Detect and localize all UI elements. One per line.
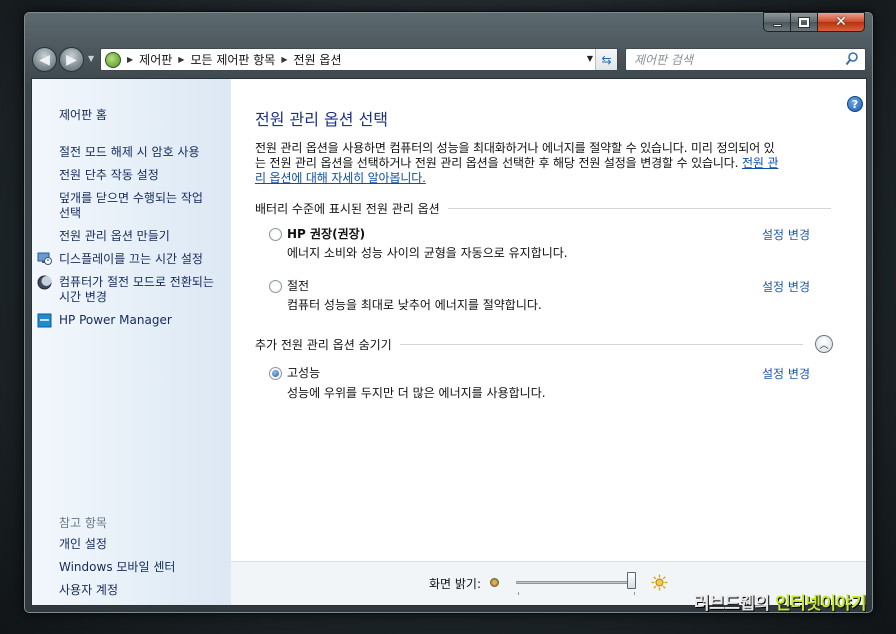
sidebar-item-user-accounts[interactable]: 사용자 계정 <box>59 583 118 598</box>
search-icon[interactable] <box>845 51 859 67</box>
sidebar-item-hp-power-manager[interactable]: HP Power Manager <box>59 313 172 328</box>
sidebar-item-personalization[interactable]: 개인 설정 <box>59 537 107 552</box>
battery-plans-group-title: 배터리 수준에 표시된 전원 관리 옵션 <box>255 200 831 217</box>
moon-icon <box>37 275 52 290</box>
sidebar-item-wakeup-password[interactable]: 절전 모드 해제 시 암호 사용 <box>59 145 200 160</box>
change-settings-link-high-performance[interactable]: 설정 변경 <box>762 365 810 382</box>
learn-more-link[interactable]: 리 옵션에 대해 자세히 알아봅니다. <box>255 171 426 185</box>
divider <box>447 208 831 209</box>
slider-tick <box>634 592 635 595</box>
page-description: 전원 관리 옵션을 사용하면 컴퓨터의 성능을 최대화하거나 에너지를 절약할 … <box>255 141 835 186</box>
divider <box>399 344 803 345</box>
watermark-text: 러브드웹의 <box>694 594 776 614</box>
minimize-icon <box>772 23 782 27</box>
plan-name-hp-recommended[interactable]: HP 권장(권장) <box>287 225 365 242</box>
plan-radio-hp-recommended[interactable] <box>269 228 282 241</box>
sidebar-item-mobility-center[interactable]: Windows 모바일 센터 <box>59 560 175 575</box>
address-dropdown-icon[interactable]: ▼ <box>587 54 593 63</box>
monitor-clock-icon <box>37 252 52 265</box>
plan-name-power-saver[interactable]: 절전 <box>287 277 309 294</box>
sidebar-item-control-panel-home[interactable]: 제어판 홈 <box>59 108 107 123</box>
sidebar-item-label: 컴퓨터가 절전 모드로 전환되는 <box>59 275 214 289</box>
maximize-icon <box>798 16 810 28</box>
brightness-slider-track[interactable] <box>516 581 636 584</box>
sidebar: 제어판 홈 절전 모드 해제 시 암호 사용 전원 단추 작동 설정 덮개를 닫… <box>32 79 231 605</box>
arrow-right-icon: ▶ <box>66 51 77 68</box>
recent-pages-dropdown[interactable]: ▼ <box>88 54 94 63</box>
plan-name-high-performance[interactable]: 고성능 <box>287 364 320 381</box>
sidebar-item-label: 선택 <box>59 206 82 220</box>
group-title-label: 추가 전원 관리 옵션 숨기기 <box>255 338 392 352</box>
watermark-text: 인터넷이야기 <box>775 594 866 614</box>
brightness-label: 화면 밝기: <box>429 577 482 591</box>
main-panel: ? 전원 관리 옵션 선택 전원 관리 옵션을 사용하면 컴퓨터의 성능을 최대… <box>231 79 866 605</box>
brightness-slider-thumb[interactable] <box>627 572 636 589</box>
learn-more-link[interactable]: 전원 관 <box>742 156 778 170</box>
navigation-bar: ◀ ▶ ▼ ▶ 제어판 ▶ 모든 제어판 항목 ▶ 전원 옵션 ▼ ⇆ <box>30 46 866 74</box>
arrow-left-icon: ◀ <box>39 51 50 68</box>
additional-plans-group-title[interactable]: 추가 전원 관리 옵션 숨기기 <box>255 336 803 353</box>
sidebar-item-lid-close[interactable]: 덮개를 닫으면 수행되는 작업 선택 <box>59 191 203 221</box>
plan-description: 에너지 소비와 성능 사이의 균형을 자동으로 유지합니다. <box>287 246 568 260</box>
breadcrumb-power-options[interactable]: 전원 옵션 <box>294 51 342 68</box>
breadcrumb-separator-icon[interactable]: ▶ <box>281 55 287 64</box>
change-settings-link-hp-recommended[interactable]: 설정 변경 <box>762 226 810 243</box>
search-input[interactable] <box>632 51 842 68</box>
collapse-additional-plans-button[interactable]: ︿ <box>815 335 833 353</box>
sidebar-item-sleep-time[interactable]: 컴퓨터가 절전 모드로 전환되는 시간 변경 <box>59 275 214 305</box>
breadcrumb-separator-icon[interactable]: ▶ <box>178 55 184 64</box>
sidebar-item-power-button[interactable]: 전원 단추 작동 설정 <box>59 168 159 183</box>
breadcrumb-separator-icon[interactable]: ▶ <box>127 55 133 64</box>
client-area: 제어판 홈 절전 모드 해제 시 암호 사용 전원 단추 작동 설정 덮개를 닫… <box>31 78 867 606</box>
breadcrumb-all-items[interactable]: 모든 제어판 항목 <box>190 51 275 68</box>
chevron-up-icon: ︿ <box>819 340 829 351</box>
change-settings-link-power-saver[interactable]: 설정 변경 <box>762 278 810 295</box>
caption-buttons: ✕ <box>763 12 865 32</box>
breadcrumb-control-panel[interactable]: 제어판 <box>139 51 172 68</box>
maximize-button[interactable] <box>791 12 818 32</box>
refresh-icon: ⇆ <box>601 52 612 67</box>
sidebar-item-label: 시간 변경 <box>59 290 107 304</box>
control-panel-icon <box>105 51 121 68</box>
help-icon[interactable]: ? <box>847 96 863 112</box>
dim-brightness-icon <box>490 578 499 587</box>
sidebar-item-display-off-time[interactable]: 디스플레이를 끄는 시간 설정 <box>59 252 203 267</box>
plan-description: 컴퓨터 성능을 최대로 낮추어 에너지를 절약합니다. <box>287 298 542 312</box>
bright-brightness-icon <box>651 574 668 591</box>
group-title-label: 배터리 수준에 표시된 전원 관리 옵션 <box>255 202 440 216</box>
hp-power-manager-icon <box>37 313 52 328</box>
slider-tick <box>518 592 519 595</box>
description-text: 전원 관리 옵션을 사용하면 컴퓨터의 성능을 최대화하거나 에너지를 절약할 … <box>255 141 775 155</box>
sidebar-item-create-plan[interactable]: 전원 관리 옵션 만들기 <box>59 229 170 244</box>
search-box[interactable] <box>625 48 866 71</box>
watermark: 러브드웹의 인터넷이야기 <box>694 589 866 614</box>
refresh-button[interactable]: ⇆ <box>595 49 617 70</box>
plan-radio-power-saver[interactable] <box>269 280 282 293</box>
forward-button[interactable]: ▶ <box>59 47 84 72</box>
back-button[interactable]: ◀ <box>32 47 57 72</box>
close-icon: ✕ <box>835 14 847 30</box>
page-title: 전원 관리 옵션 선택 <box>255 110 389 129</box>
address-bar[interactable]: ▶ 제어판 ▶ 모든 제어판 항목 ▶ 전원 옵션 ▼ ⇆ <box>100 48 618 71</box>
sidebar-item-label: 덮개를 닫으면 수행되는 작업 <box>59 191 203 205</box>
see-also-heading: 참고 항목 <box>59 516 107 530</box>
minimize-button[interactable] <box>763 12 791 32</box>
plan-radio-high-performance[interactable] <box>269 367 282 380</box>
close-button[interactable]: ✕ <box>818 12 865 32</box>
plan-description: 성능에 우위를 두지만 더 많은 에너지를 사용합니다. <box>287 386 546 400</box>
description-text: 는 전원 관리 옵션을 선택하거나 전원 관리 옵션을 선택한 후 해당 전원 … <box>255 156 743 170</box>
control-panel-window: ✕ ◀ ▶ ▼ ▶ 제어판 ▶ 모든 제어판 항목 ▶ 전원 옵션 ▼ ⇆ 제어… <box>23 11 874 614</box>
